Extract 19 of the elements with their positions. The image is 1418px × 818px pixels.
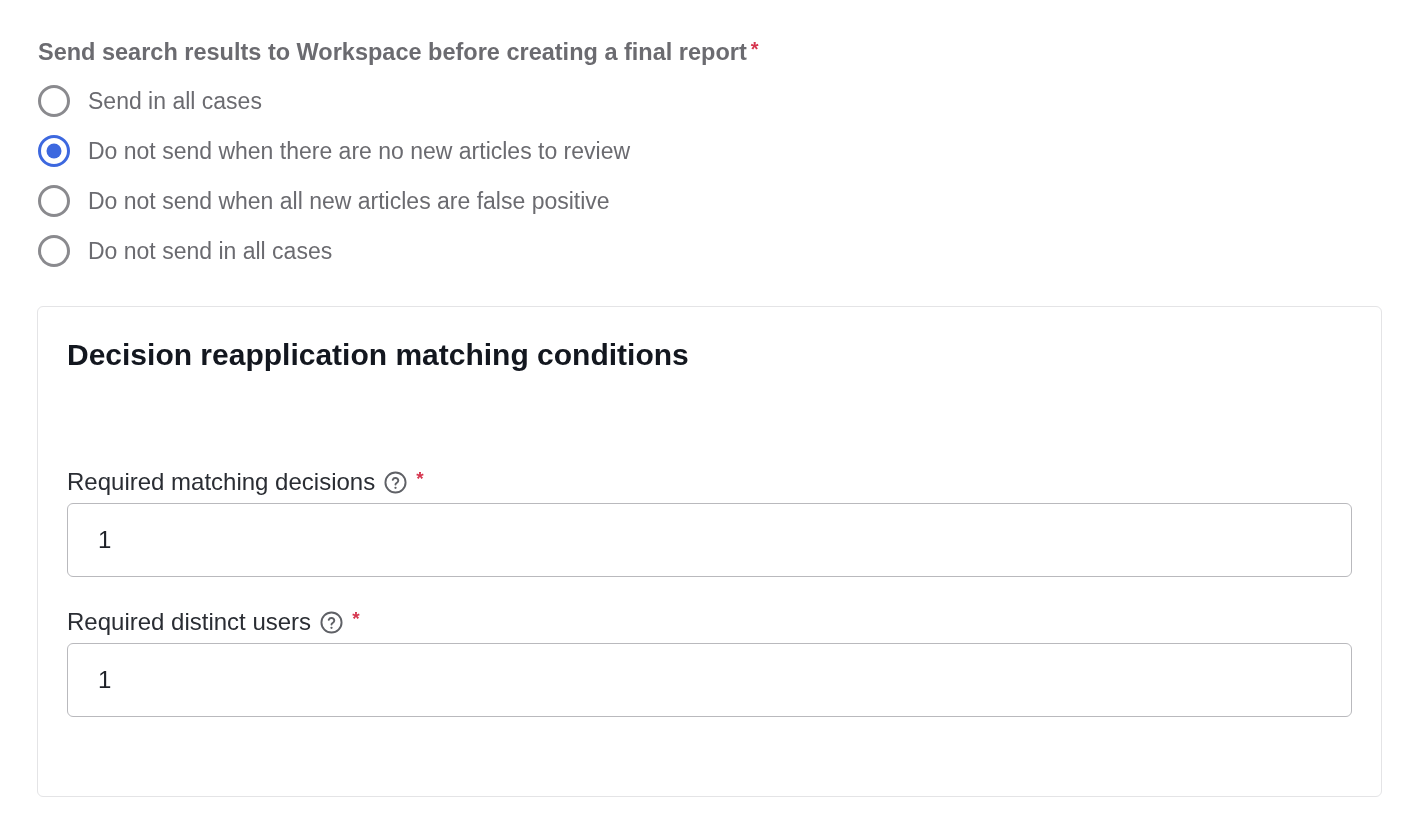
- field-label: Required matching decisions: [67, 468, 376, 496]
- number-input[interactable]: 1: [67, 643, 1352, 717]
- question-label: Send search results to Workspace before creating a final report: [38, 38, 747, 66]
- help-icon[interactable]: [384, 470, 408, 494]
- required-asterisk: *: [416, 468, 424, 490]
- required-asterisk: *: [352, 608, 360, 630]
- number-input[interactable]: 1: [67, 503, 1352, 577]
- radio-label[interactable]: Do not send in all cases: [88, 237, 333, 265]
- radio-button[interactable]: [38, 235, 70, 267]
- radio-label[interactable]: Send in all cases: [88, 87, 262, 115]
- radio-label[interactable]: Do not send when there are no new articles to review: [88, 137, 631, 165]
- radio-button[interactable]: [38, 85, 70, 117]
- radio-label[interactable]: Do not send when all new articles are false positive: [88, 187, 610, 215]
- radio-button[interactable]: [38, 135, 70, 167]
- required-asterisk: *: [750, 38, 759, 60]
- help-icon[interactable]: [320, 610, 344, 634]
- card-title: Decision reapplication matching conditions: [67, 337, 689, 373]
- field-label: Required distinct users: [67, 608, 312, 636]
- radio-button[interactable]: [38, 185, 70, 217]
